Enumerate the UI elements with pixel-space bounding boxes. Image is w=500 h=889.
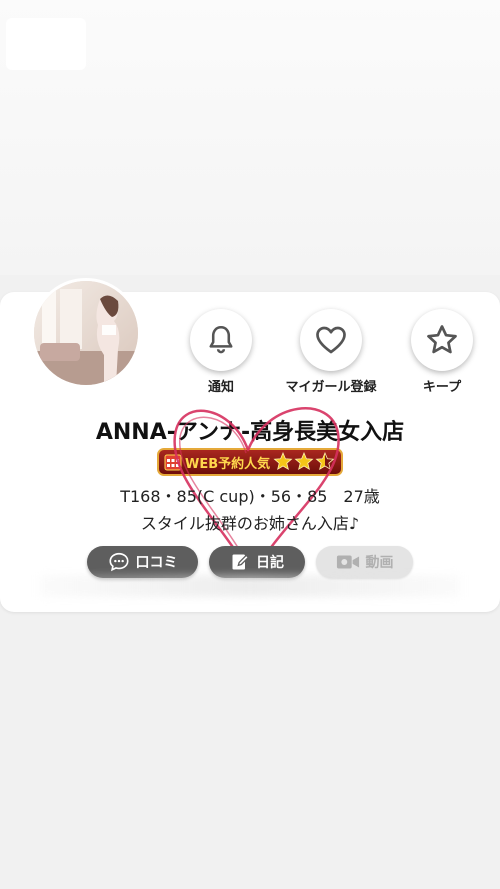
edit-icon <box>232 554 250 570</box>
video-icon <box>336 555 359 569</box>
notify-button[interactable] <box>190 309 252 371</box>
star-icon <box>427 325 457 354</box>
profile-stats: T168・85(C cup)・56・85 27歳 <box>120 487 380 506</box>
top-blank-area <box>0 0 500 275</box>
bell-icon <box>209 325 233 354</box>
heart-icon <box>316 326 346 354</box>
blurred-text-row <box>40 575 460 597</box>
faint-logo <box>6 18 86 70</box>
notify-label: 通知 <box>207 380 234 395</box>
mygirl-label: マイガール登録 <box>285 380 377 395</box>
keep-label: キープ <box>422 380 462 395</box>
profile-description: スタイル抜群のお姉さん入店♪ <box>140 514 360 533</box>
diary-button-label: 日記 <box>256 555 284 571</box>
avatar-photo <box>34 281 138 385</box>
video-button-label: 動画 <box>365 555 394 571</box>
keep-button[interactable] <box>411 309 473 371</box>
mygirl-button[interactable] <box>300 309 362 371</box>
review-button-label: 口コミ <box>135 555 178 571</box>
review-button[interactable]: 口コミ <box>87 546 198 578</box>
video-button[interactable]: 動画 <box>316 546 413 578</box>
avatar[interactable] <box>34 281 138 385</box>
chat-icon <box>108 552 129 572</box>
diary-button[interactable]: 日記 <box>209 546 305 578</box>
